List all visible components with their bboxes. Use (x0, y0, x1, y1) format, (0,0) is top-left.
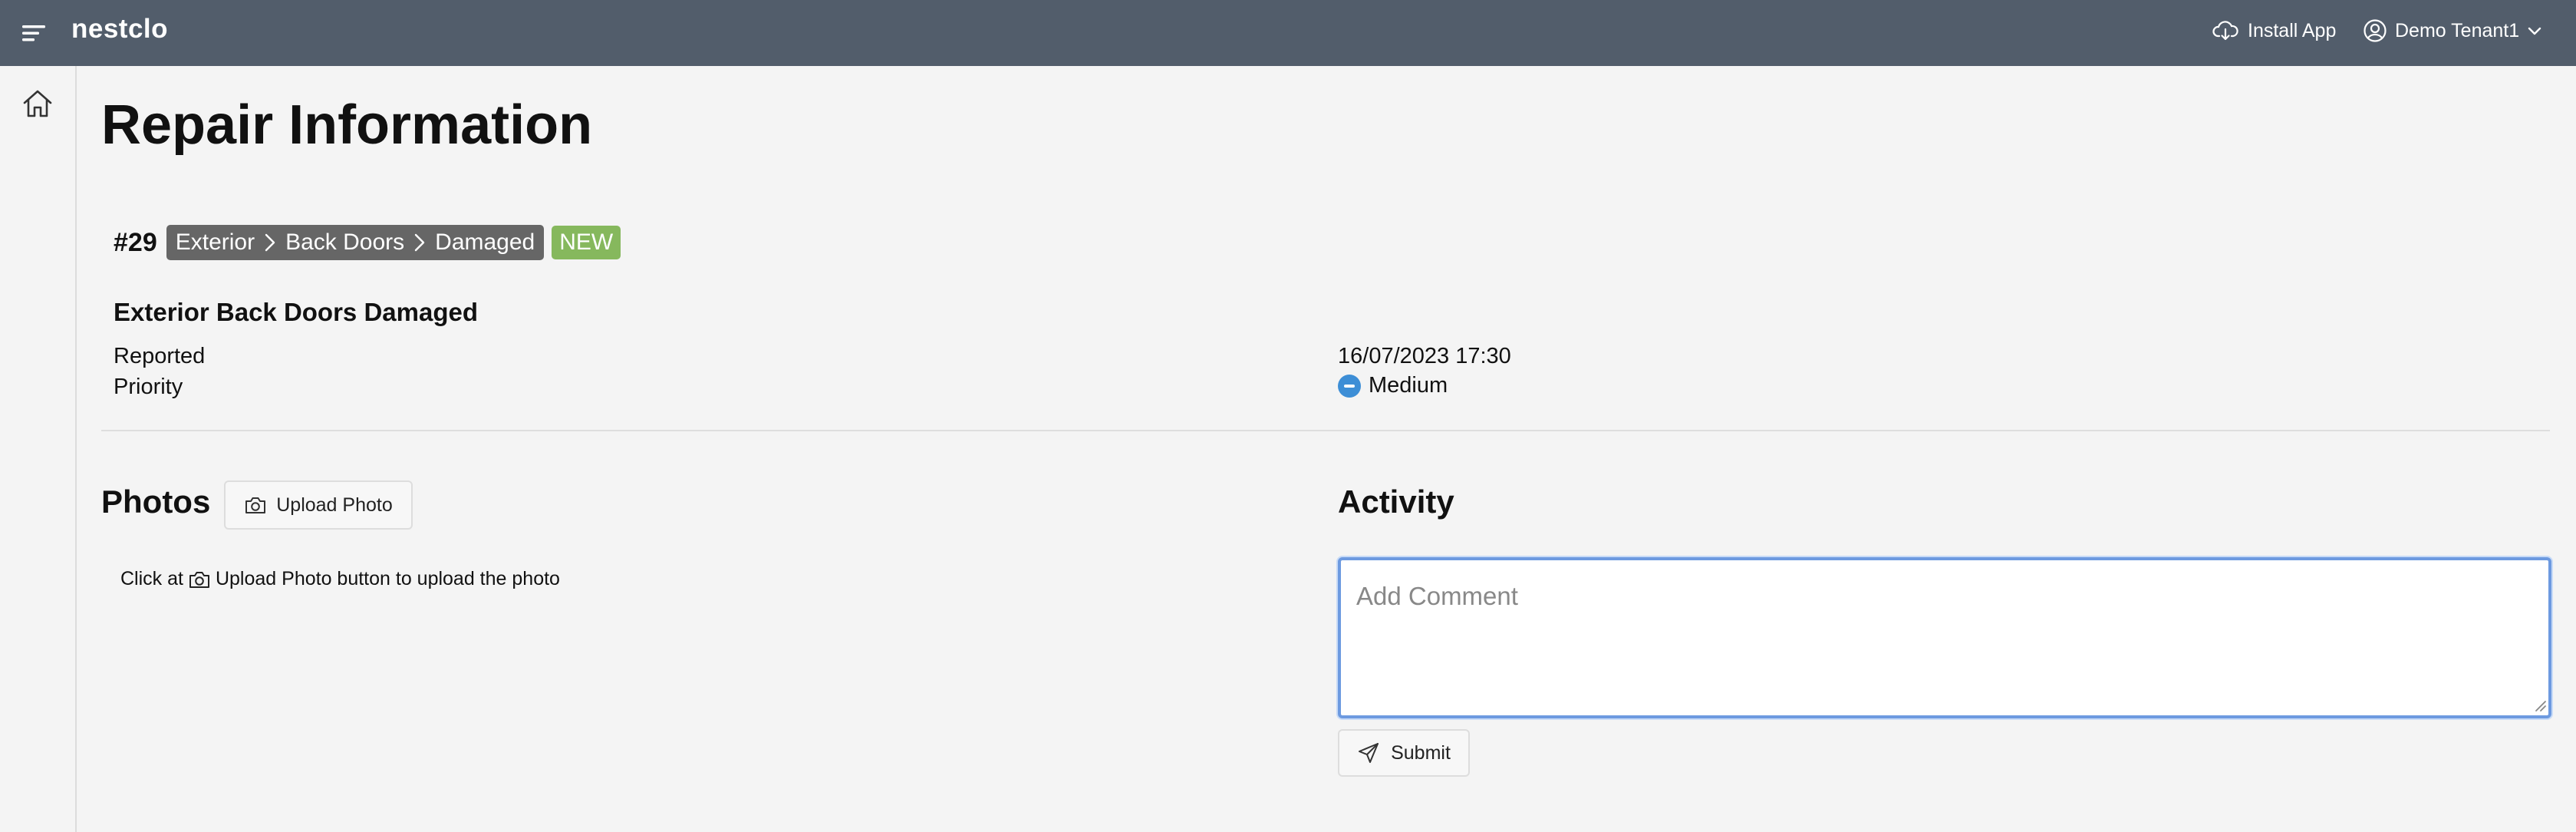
priority-value: Medium (1338, 373, 1448, 398)
install-app-button[interactable]: Install App (2212, 15, 2336, 46)
ticket-number: #29 (114, 227, 157, 257)
section-divider (101, 430, 2550, 431)
priority-text: Medium (1369, 373, 1448, 398)
status-badge: NEW (552, 226, 621, 259)
page-title: Repair Information (101, 94, 593, 156)
cloud-download-icon (2212, 21, 2238, 41)
priority-medium-icon (1338, 374, 1361, 398)
photos-heading: Photos (101, 484, 211, 520)
ticket-title: Exterior Back Doors Damaged (114, 298, 479, 326)
priority-label: Priority (114, 375, 183, 399)
brand-logo[interactable]: nestclo (71, 14, 168, 45)
breadcrumb-item: Exterior (175, 229, 255, 255)
category-breadcrumb: Exterior Back Doors Damaged (166, 225, 545, 260)
upload-photo-button[interactable]: Upload Photo (224, 480, 413, 530)
hint-suffix: Upload Photo button to upload the photo (215, 568, 560, 589)
chevron-down-icon (2528, 27, 2541, 35)
sidebar-item-home[interactable] (18, 84, 57, 123)
breadcrumb-item: Damaged (435, 229, 535, 255)
top-bar: nestclo Install App Demo Tenant1 (0, 0, 2576, 66)
reported-value: 16/07/2023 17:30 (1338, 344, 1511, 369)
install-app-label: Install App (2248, 19, 2337, 41)
breadcrumb-item: Back Doors (285, 229, 405, 255)
upload-photo-label: Upload Photo (276, 494, 393, 516)
chevron-right-icon (413, 233, 426, 253)
submit-button[interactable]: Submit (1338, 729, 1470, 777)
tenant-label: Demo Tenant1 (2395, 19, 2520, 41)
submit-label: Submit (1391, 741, 1451, 764)
home-icon (23, 90, 52, 117)
reported-label: Reported (114, 344, 206, 368)
reported-date: 16/07/2023 17:30 (1338, 344, 1511, 368)
comment-input[interactable] (1338, 557, 2551, 718)
send-icon (1359, 743, 1379, 763)
user-circle-icon (2364, 19, 2387, 42)
tenant-dropdown[interactable]: Demo Tenant1 (2363, 15, 2542, 46)
ticket-header: #29 Exterior Back Doors Damaged NEW (114, 224, 621, 261)
resize-grip-icon[interactable] (2533, 698, 2547, 712)
chevron-right-icon (264, 233, 276, 253)
sidebar (0, 66, 77, 832)
upload-hint: Click at Upload Photo button to upload t… (120, 568, 560, 590)
activity-heading: Activity (1338, 484, 1454, 520)
camera-icon (245, 497, 266, 513)
menu-icon (22, 25, 45, 41)
camera-icon (189, 571, 209, 588)
hint-prefix: Click at (120, 568, 183, 589)
menu-button[interactable] (20, 18, 49, 48)
